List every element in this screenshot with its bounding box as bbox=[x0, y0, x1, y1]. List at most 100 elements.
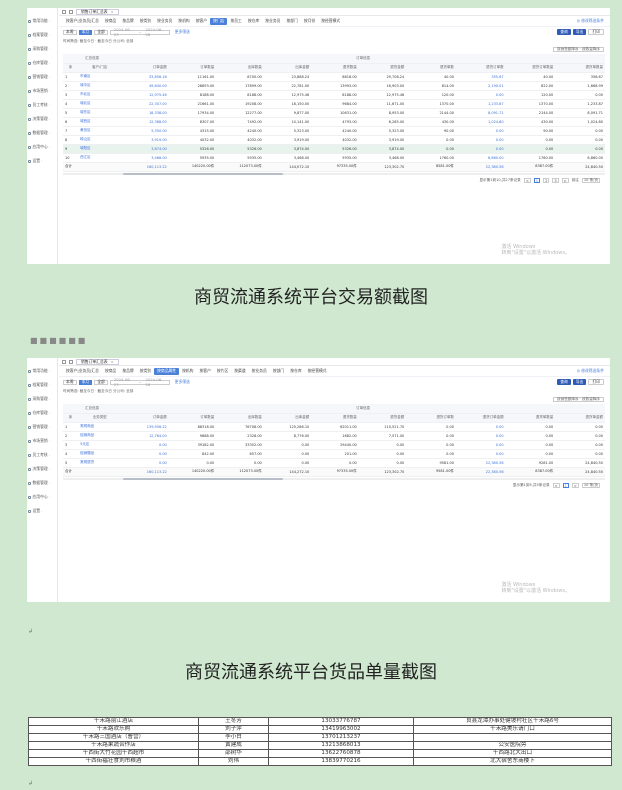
column-header[interactable]: 退货订单数 bbox=[455, 63, 506, 73]
sidebar-item[interactable]: 档案管理 › bbox=[27, 378, 57, 392]
table-cell[interactable]: 49,840.00 bbox=[121, 81, 169, 91]
page-button[interactable]: 2 bbox=[543, 178, 550, 183]
table-cell[interactable]: 0.00 bbox=[455, 144, 506, 154]
query-button[interactable]: 查询 bbox=[557, 379, 571, 385]
home-icon[interactable] bbox=[62, 9, 66, 14]
sidebar-item[interactable]: 常用功能 › bbox=[27, 364, 57, 378]
column-header[interactable]: 退货单金额 bbox=[555, 413, 605, 423]
sidebar-item[interactable]: 市场营销 › bbox=[27, 84, 57, 98]
edit-filter-link[interactable]: ◎ 修改筛选条件 bbox=[577, 368, 604, 374]
close-icon[interactable]: × bbox=[111, 9, 114, 14]
sidebar-item[interactable]: 市场营销 › bbox=[27, 434, 57, 448]
print-button[interactable]: 打印 bbox=[588, 29, 604, 35]
column-header[interactable]: 退货金额 bbox=[358, 413, 407, 423]
table-cell[interactable]: 0.00 bbox=[455, 440, 506, 450]
sidebar-item[interactable]: 员工考核 › bbox=[27, 98, 57, 112]
table-cell[interactable]: 18,338.00 bbox=[121, 108, 169, 118]
sidebar-item[interactable]: 营销管理 › bbox=[27, 70, 57, 84]
report-tab[interactable]: 按客户|业务员|汇总 bbox=[63, 18, 102, 25]
close-icon[interactable]: × bbox=[111, 359, 114, 364]
report-tab[interactable]: 按门店 bbox=[210, 17, 228, 25]
table-cell[interactable]: 3,468.00 bbox=[121, 153, 169, 163]
table-row[interactable]: 9 城阳区 3,874.00 5326.00 5326.00 3,874.00 5326.0… bbox=[63, 144, 605, 154]
page-button[interactable]: 1 bbox=[562, 483, 569, 488]
period-month[interactable]: 本月 bbox=[78, 29, 93, 35]
table-cell[interactable]: 0.00 bbox=[121, 440, 169, 450]
report-tab[interactable]: 按机构 bbox=[175, 18, 192, 25]
table-row[interactable]: 3 5元区 0.00 39182.00 33352.00 0.00 29440.00 0.00… bbox=[63, 440, 605, 450]
report-tab[interactable]: 按片区 bbox=[214, 368, 231, 375]
sidebar-item[interactable]: 营销管理 › bbox=[27, 420, 57, 434]
report-tab[interactable]: 按机构 bbox=[179, 368, 196, 375]
page-button[interactable]: > bbox=[561, 178, 569, 183]
table-row[interactable]: 7 黄岛区 5,350.00 4315.00 4240.00 5,323.00 4240.0… bbox=[63, 126, 605, 136]
sidebar-item[interactable]: 员工考核 › bbox=[27, 448, 57, 462]
table-cell[interactable]: 0.00 bbox=[455, 449, 506, 459]
table-row[interactable]: 1 市南区 33,856.16 11161.00 8700.00 23,888.24 861… bbox=[63, 72, 605, 82]
print-button[interactable]: 打印 bbox=[588, 379, 604, 385]
report-tab[interactable]: 按品牌 bbox=[119, 18, 136, 25]
column-header[interactable]: 订单金额 bbox=[121, 413, 169, 423]
tab-sales-summary[interactable]: 销售订单汇总表 × bbox=[76, 358, 119, 365]
period-week[interactable]: 本周 bbox=[63, 379, 77, 385]
sort-select[interactable]: 按销售额降序 · 按数量降序 bbox=[553, 397, 604, 402]
period-week[interactable]: 本周 bbox=[63, 29, 77, 35]
report-tab[interactable]: 按商品 bbox=[102, 368, 119, 375]
column-header[interactable]: 序 bbox=[63, 413, 79, 423]
export-button[interactable]: 导出 bbox=[572, 379, 587, 385]
report-tab[interactable]: 按业务员 bbox=[262, 18, 283, 25]
table-row[interactable]: 5 城东区 18,338.00 17934.00 12277.00 9,877.00 106… bbox=[63, 108, 605, 118]
table-row[interactable]: 1 常规商品 139,956.22 88318.00 76708.00 125,286.1… bbox=[63, 422, 605, 432]
sidebar-item[interactable]: 决策管理 › bbox=[27, 112, 57, 126]
column-header[interactable]: 退货订单数量 bbox=[505, 63, 556, 73]
table-row[interactable]: 4 城北区 22,307.00 21661.00 19208.00 18,150.00 96… bbox=[63, 99, 605, 109]
scrollbar-thumb[interactable] bbox=[123, 477, 283, 480]
per-page-select[interactable]: 10 条/页 bbox=[581, 483, 600, 488]
report-tab[interactable]: 按渠道 bbox=[231, 368, 248, 375]
sidebar-item[interactable]: 仓库管理 › bbox=[27, 406, 57, 420]
sidebar-item[interactable]: 档案管理 › bbox=[27, 28, 57, 42]
report-tab[interactable]: 按商品属性 bbox=[154, 367, 180, 375]
table-cell[interactable]: 1,024.80 bbox=[455, 117, 506, 127]
column-header[interactable]: 出库数量 bbox=[216, 63, 264, 73]
column-header[interactable]: 退货单数 bbox=[406, 63, 456, 73]
page-button[interactable]: > bbox=[571, 483, 579, 488]
table-cell[interactable]: 0.00 bbox=[455, 422, 506, 432]
column-header[interactable]: 出库金额 bbox=[263, 413, 312, 423]
report-tab[interactable]: 按客户|业务员|汇总 bbox=[63, 368, 102, 375]
tab-sales-summary[interactable]: 销售订单汇总表 × bbox=[76, 8, 119, 15]
refresh-icon[interactable] bbox=[69, 359, 73, 364]
column-header[interactable]: 订单金额 bbox=[121, 63, 169, 73]
table-cell[interactable]: 22,307.00 bbox=[121, 99, 169, 109]
column-header[interactable]: 出库数量 bbox=[216, 413, 264, 423]
report-tab[interactable]: 按客户 bbox=[196, 368, 213, 375]
column-header[interactable]: 出库金额 bbox=[263, 63, 312, 73]
report-tab[interactable]: 按经营模式 bbox=[318, 18, 343, 25]
table-cell[interactable]: 22,380.56 bbox=[455, 458, 506, 468]
query-button[interactable]: 查询 bbox=[557, 29, 571, 35]
table-row[interactable]: 3 市北区 12,975.46 8188.00 8188.00 12,975.46 8188… bbox=[63, 90, 605, 100]
table-cell[interactable]: 1,233.87 bbox=[455, 99, 506, 109]
report-tab[interactable]: 按部门 bbox=[283, 18, 300, 25]
column-header[interactable]: 退货数量 bbox=[311, 413, 359, 423]
table-cell[interactable]: 8,091.71 bbox=[455, 108, 506, 118]
period-all[interactable]: 全部 bbox=[94, 29, 108, 35]
table-cell[interactable]: 3,874.00 bbox=[121, 144, 169, 154]
table-cell[interactable]: 3,919.00 bbox=[121, 135, 169, 145]
sidebar-item[interactable]: 应用中心 › bbox=[27, 490, 57, 504]
table-cell[interactable]: 12,388.00 bbox=[121, 117, 169, 127]
table-row[interactable]: 4 促销赠品 0.00 842.00 657.00 0.00 201.00 0.00 0.00 0… bbox=[63, 449, 605, 459]
table-cell[interactable]: 0.00 bbox=[455, 431, 506, 441]
page-button[interactable]: 3 bbox=[552, 178, 559, 183]
report-tab[interactable]: 按仓库 bbox=[287, 368, 304, 375]
table-cell[interactable]: 0.00 bbox=[455, 126, 506, 136]
table-cell[interactable]: 6,860.00 bbox=[455, 153, 506, 163]
scrollbar-thumb[interactable] bbox=[123, 172, 283, 175]
table-cell[interactable]: 355.67 bbox=[455, 72, 506, 82]
report-tab[interactable]: 按月份 bbox=[301, 18, 318, 25]
table-cell[interactable]: 12,764.00 bbox=[121, 431, 169, 441]
table-cell[interactable]: 0.00 bbox=[121, 449, 169, 459]
export-button[interactable]: 导出 bbox=[572, 29, 587, 35]
table-cell[interactable]: 2,190.01 bbox=[455, 81, 506, 91]
sidebar-item[interactable]: 常用功能 › bbox=[27, 14, 57, 28]
